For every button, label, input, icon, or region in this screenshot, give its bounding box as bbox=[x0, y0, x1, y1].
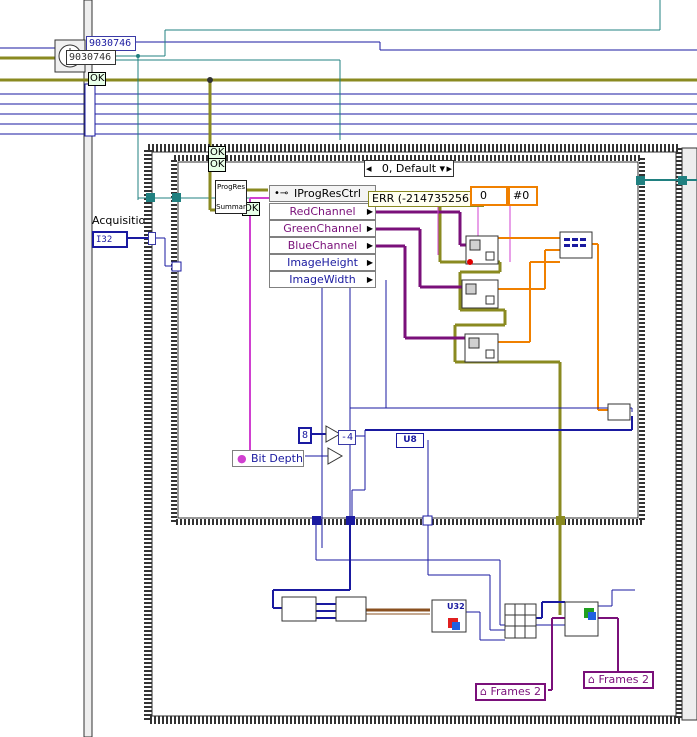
bundle-node bbox=[607, 403, 631, 421]
property-label: ImageHeight bbox=[287, 256, 358, 269]
tunnel bbox=[172, 193, 181, 202]
timestamp-indicator: 9030746 bbox=[86, 36, 136, 51]
tunnel bbox=[636, 176, 645, 185]
property-blue-channel[interactable]: BlueChannel ▶ bbox=[269, 237, 376, 254]
property-label: RedChannel bbox=[289, 205, 356, 218]
property-label: ImageWidth bbox=[289, 273, 356, 286]
chevron-down-icon[interactable]: ▾ bbox=[439, 161, 445, 176]
acquisition-control[interactable]: I32 bbox=[92, 231, 128, 248]
reshape-array-node bbox=[504, 603, 537, 639]
array-unbundle-node bbox=[281, 596, 317, 622]
acquisition-tunnel-index[interactable] bbox=[148, 232, 156, 245]
multiply-node-2 bbox=[327, 447, 344, 465]
ok-terminal-top[interactable]: OK bbox=[88, 72, 107, 86]
progres-line1: ProgRes bbox=[216, 183, 246, 191]
frames-indicator-label: Frames 2 bbox=[598, 673, 649, 686]
bit-depth-dot-icon: ● bbox=[237, 452, 247, 465]
acquisition-type: I32 bbox=[96, 235, 113, 245]
property-node-title: IProgResCtrl bbox=[294, 187, 361, 200]
hash-zero-constant[interactable]: #0 bbox=[508, 186, 538, 206]
tunnel bbox=[312, 516, 321, 525]
chevron-right-icon: ▶ bbox=[366, 258, 373, 267]
array-bundle-node bbox=[335, 596, 367, 622]
chevron-right-icon: ▶ bbox=[366, 275, 373, 284]
refnum-icon: •⊸ bbox=[274, 188, 289, 199]
progres-summary-node[interactable]: ProgRes Summar bbox=[215, 180, 247, 214]
case-selector[interactable]: ◂ 0, Default ▾ ▸ bbox=[364, 160, 454, 177]
zero-value: 0 bbox=[480, 189, 487, 202]
right-frame-strip bbox=[681, 147, 697, 721]
tunnel bbox=[422, 515, 433, 526]
ok-terminal-case-2[interactable]: OK bbox=[208, 158, 227, 172]
chevron-right-icon: ▶ bbox=[366, 224, 373, 233]
u32-label: U32 bbox=[447, 602, 465, 611]
frames-indicator[interactable]: ⌂ Frames 2 bbox=[583, 671, 654, 689]
property-label: GreenChannel bbox=[283, 222, 362, 235]
eight-constant[interactable]: 8 bbox=[298, 427, 313, 444]
property-red-channel[interactable]: RedChannel ▶ bbox=[269, 203, 376, 220]
property-node-header[interactable]: •⊸ IProgResCtrl bbox=[269, 185, 376, 202]
to-u8-node[interactable]: U8 bbox=[396, 433, 424, 448]
house-icon: ⌂ bbox=[480, 685, 487, 698]
tunnel bbox=[146, 193, 155, 202]
chevron-right-icon: ▶ bbox=[366, 241, 373, 250]
property-label: BlueChannel bbox=[287, 239, 358, 252]
tunnel bbox=[678, 176, 687, 185]
house-icon: ⌂ bbox=[588, 673, 595, 686]
frames-control-label: Frames 2 bbox=[490, 685, 541, 698]
error-constant[interactable]: ERR (-2147352567) bbox=[368, 191, 485, 207]
wire-junction bbox=[136, 54, 140, 58]
wire-layer bbox=[0, 0, 697, 737]
progres-line2: Summar bbox=[216, 203, 246, 211]
minus-four-constant[interactable]: -4 bbox=[338, 430, 357, 445]
tunnel bbox=[346, 516, 355, 525]
property-green-channel[interactable]: GreenChannel ▶ bbox=[269, 220, 376, 237]
property-image-height[interactable]: ImageHeight ▶ bbox=[269, 254, 376, 271]
tunnel bbox=[171, 261, 182, 272]
unbundle-node bbox=[84, 83, 96, 137]
wire-junction bbox=[207, 77, 213, 83]
acquisition-label: Acquisitio bbox=[92, 214, 146, 227]
case-selector-right-arrow[interactable]: ▸ bbox=[446, 161, 452, 176]
timestamp-indicator-shadow: 9030746 bbox=[66, 50, 116, 65]
frames-control[interactable]: ⌂ Frames 2 bbox=[475, 683, 546, 701]
bit-depth-property[interactable]: ● Bit Depth bbox=[232, 450, 304, 467]
tunnel bbox=[556, 516, 565, 525]
hash-zero-value: #0 bbox=[513, 189, 530, 202]
property-image-width[interactable]: ImageWidth ▶ bbox=[269, 271, 376, 288]
case-selector-left-arrow[interactable]: ◂ bbox=[366, 161, 372, 176]
zero-constant[interactable]: 0 bbox=[470, 186, 508, 206]
block-diagram-canvas[interactable]: 9030746 9030746 OK OK OK OK ◂ 0, Default… bbox=[0, 0, 697, 737]
bit-depth-label: Bit Depth bbox=[251, 452, 303, 465]
case-selector-value: 0, Default bbox=[381, 162, 437, 175]
u8-label: U8 bbox=[403, 435, 417, 445]
